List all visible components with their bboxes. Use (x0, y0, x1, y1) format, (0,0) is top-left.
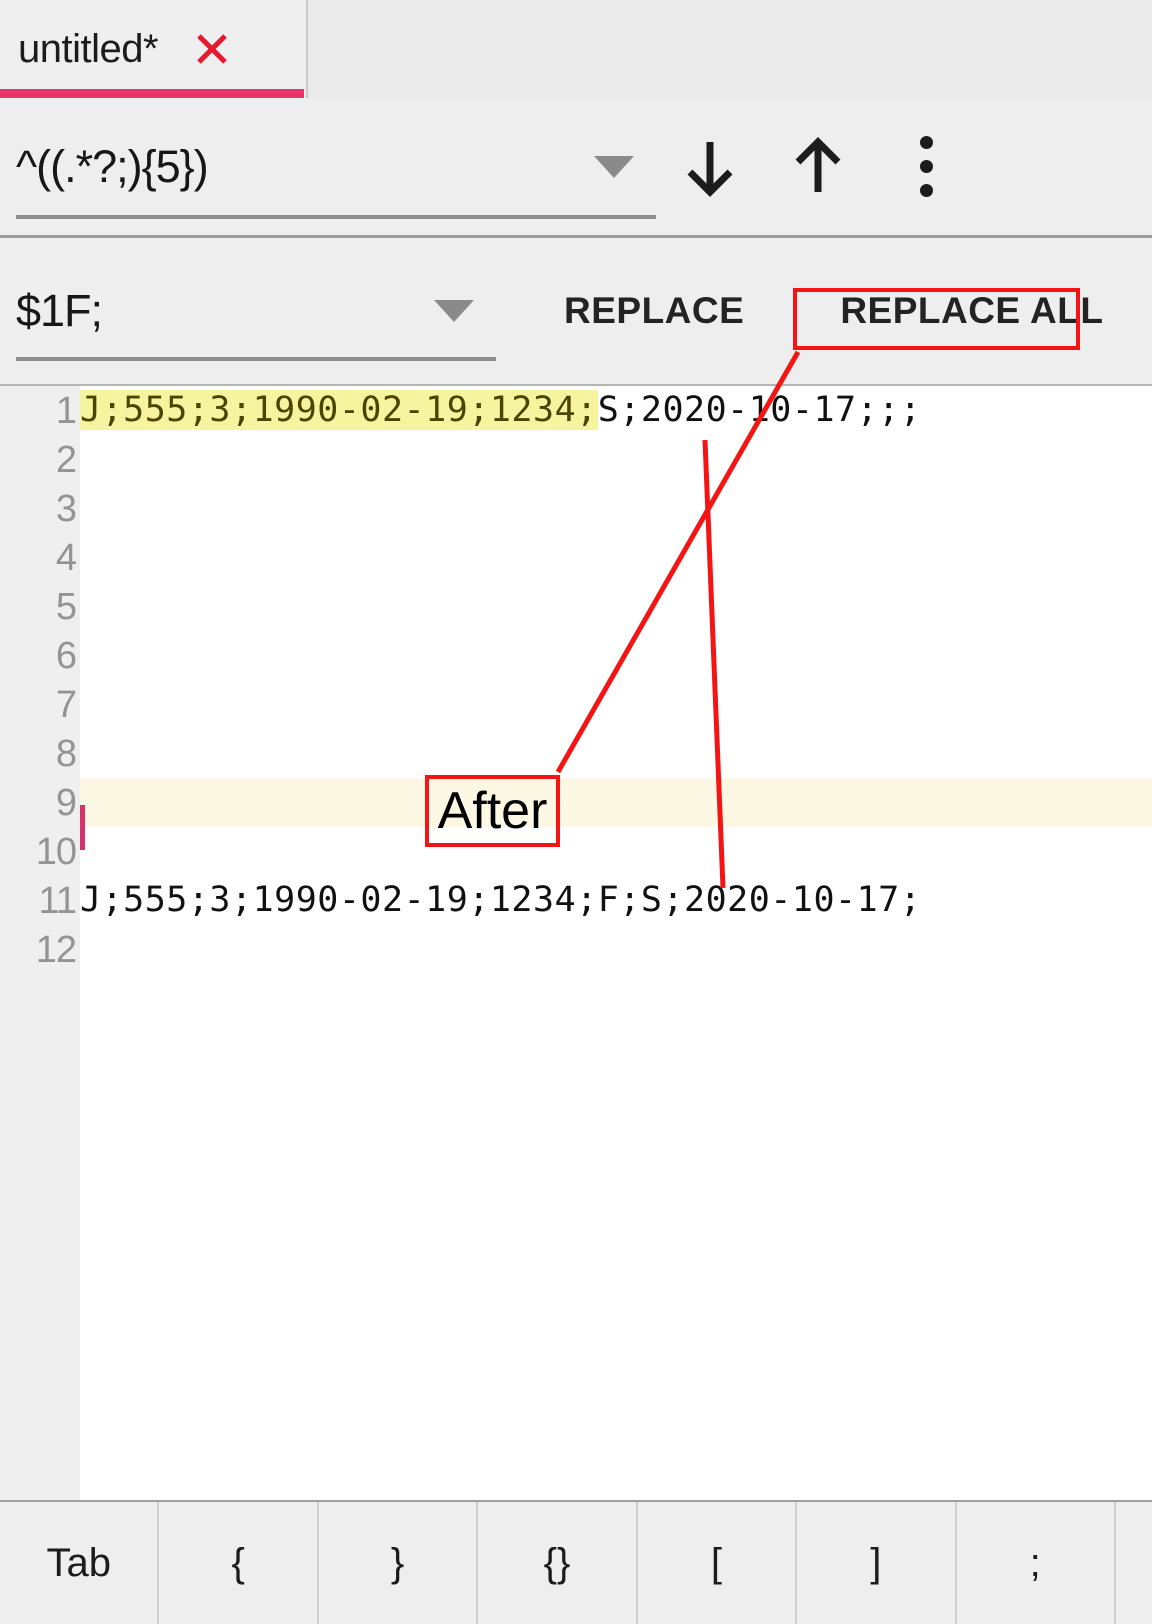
tab-bar: untitled* (0, 0, 1152, 98)
symbol-key[interactable]: Tab (0, 1502, 160, 1624)
editor-lines: 1 J;555;3;1990-02-19;1234;S;2020-10-17;;;… (0, 386, 1152, 974)
search-input-value: ^((.*?;){5}) (16, 140, 209, 192)
replace-button[interactable]: REPLACE (554, 278, 754, 344)
line-number: 1 (55, 389, 77, 432)
search-match-highlight: J;555;3;1990-02-19;1234; (80, 390, 598, 430)
annotation-box-replace-all (793, 288, 1080, 350)
editor-line[interactable]: 7 (0, 680, 1152, 729)
chevron-down-icon[interactable] (594, 155, 634, 178)
replace-input[interactable]: $1F; (16, 261, 496, 361)
line-text[interactable]: J;555;3;1990-02-19;1234;S;2020-10-17;;; (80, 390, 1152, 430)
editor-line[interactable]: 9 (0, 778, 1152, 850)
symbol-key[interactable]: } (319, 1502, 479, 1624)
replace-input-value: $1F; (16, 285, 103, 336)
more-vertical-icon (919, 136, 933, 197)
line-number: 8 (55, 732, 77, 775)
arrow-up-icon (781, 130, 855, 204)
symbol-key[interactable]: ; (957, 1502, 1116, 1624)
annotation-box-after: After (425, 775, 560, 847)
find-next-button[interactable] (656, 113, 764, 221)
chevron-down-icon[interactable] (434, 300, 474, 322)
symbol-key[interactable]: [ (638, 1502, 798, 1624)
line-number: 12 (35, 928, 77, 971)
line-number: 10 (35, 830, 77, 873)
editor-window: untitled* ^((.*?;){5}) $1F; REPLACE REPL… (0, 0, 1152, 1624)
editor-line[interactable]: 4 (0, 533, 1152, 582)
line-text[interactable]: J;555;3;1990-02-19;1234;F;S;2020-10-17; (80, 883, 1152, 918)
editor-line[interactable]: 10 (0, 827, 1152, 876)
replace-button-label: REPLACE (564, 290, 745, 331)
line-number: 6 (55, 634, 77, 677)
tab-bar-empty-space (308, 0, 1152, 98)
editor-line[interactable]: 2 (0, 435, 1152, 484)
editor-line[interactable]: 1 J;555;3;1990-02-19;1234;S;2020-10-17;;; (0, 386, 1152, 435)
editor-area[interactable]: 1 J;555;3;1990-02-19;1234;S;2020-10-17;;;… (0, 386, 1152, 1500)
line-number: 5 (55, 585, 77, 628)
symbol-key-toolbar: Tab{}{}[]; (0, 1500, 1152, 1624)
search-input-underline (16, 214, 656, 219)
editor-line[interactable]: 5 (0, 582, 1152, 631)
line-number: 7 (55, 683, 77, 726)
symbol-key[interactable]: ] (797, 1502, 957, 1624)
line-text-segment: S;2020-10-17;;; (597, 390, 922, 430)
annotation-after-label: After (437, 782, 548, 840)
symbol-key[interactable]: {} (478, 1502, 638, 1624)
search-input[interactable]: ^((.*?;){5}) (16, 115, 656, 219)
line-text-segment: J;555;3;1990-02-19;1234;F;S;2020-10-17; (80, 880, 922, 920)
symbol-key[interactable]: { (159, 1502, 319, 1624)
editor-line[interactable]: 3 (0, 484, 1152, 533)
line-number: 2 (55, 438, 77, 481)
line-number: 11 (38, 879, 77, 922)
symbol-key-partial[interactable] (1116, 1502, 1152, 1624)
editor-line[interactable]: 8 (0, 729, 1152, 778)
find-bar: ^((.*?;){5}) (0, 98, 1152, 238)
tab-title: untitled* (18, 26, 159, 71)
tab-active-indicator (0, 89, 304, 98)
editor-line[interactable]: 12 (0, 925, 1152, 974)
close-icon[interactable] (190, 27, 234, 71)
find-options-menu-button[interactable] (872, 113, 980, 221)
current-line-highlight (80, 778, 1152, 827)
line-number: 4 (55, 536, 77, 579)
replace-input-underline (16, 357, 496, 361)
editor-line[interactable]: 11 J;555;3;1990-02-19;1234;F;S;2020-10-17… (0, 876, 1152, 925)
line-number: 3 (55, 487, 77, 530)
arrow-down-icon (673, 130, 747, 204)
line-number: 9 (55, 781, 77, 824)
find-previous-button[interactable] (764, 113, 872, 221)
editor-line[interactable]: 6 (0, 631, 1152, 680)
tab-untitled[interactable]: untitled* (0, 0, 308, 98)
